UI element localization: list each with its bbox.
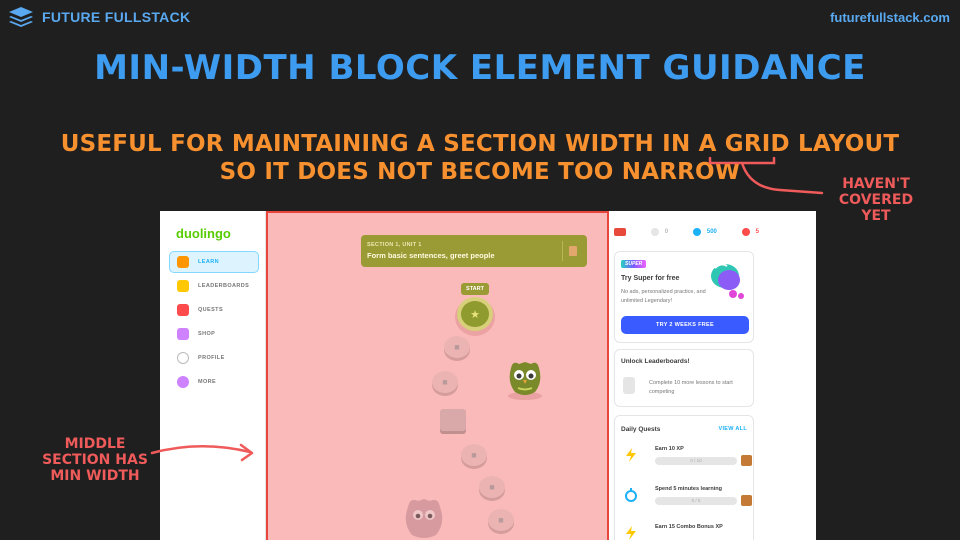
timer-icon [625,488,637,502]
guidebook-button[interactable] [562,241,582,261]
sidebar-item-profile[interactable]: PROFILE [169,347,259,369]
super-badge: SUPER [621,260,647,268]
quest-title: Earn 10 XP [655,446,684,452]
home-icon [177,256,189,268]
gems-count: 500 [706,229,717,235]
brand-name: FUTURE FULLSTACK [42,9,191,25]
quest-progress: 0 / 5 [655,497,737,505]
super-title: Try Super for free [621,275,680,282]
unit-section-label: SECTION 1, UNIT 1 [367,242,422,248]
quest-progress: 0 / 10 [655,457,737,465]
lesson-node-start[interactable]: ★ [461,301,489,327]
right-column: 0 500 5 SUPER Try Super for free No ads,… [609,211,816,540]
lightning-icon [626,526,636,540]
super-description: No ads, personalized practice, and unlim… [621,289,706,304]
sidebar-item-label: SHOP [198,331,216,337]
lesson-node-locked[interactable]: ■ [479,476,505,498]
leaderboard-text: Complete 10 more lessons to start compet… [649,380,733,395]
super-card: SUPER Try Super for free No ads, persona… [614,251,754,343]
daily-quests-card: Daily Quests VIEW ALL Earn 10 XP 0 / 10 … [614,415,754,540]
quest-title: Spend 5 minutes learning [655,486,722,492]
hearts-count: 5 [755,229,759,235]
super-mascot-icon [711,263,744,299]
duolingo-screenshot: duolingo LEARN LEADERBOARDS QUESTS SHOP … [160,211,816,540]
quest-title: Earn 15 Combo Bonus XP [655,524,723,530]
sidebar-item-leaderboards[interactable]: LEADERBOARDS [169,275,259,297]
reward-chest-icon[interactable] [440,409,466,431]
subtitle-line-2: SO IT DOES NOT BECOME TOO NARROW [219,159,741,185]
more-icon [177,376,189,388]
unit-description: Form basic sentences, greet people [367,251,495,260]
leaderboard-title: Unlock Leaderboards! [621,358,690,365]
quest-item: Earn 15 Combo Bonus XP [621,524,751,540]
gems-stat[interactable]: 500 [692,228,717,236]
sidebar-item-label: PROFILE [198,355,225,361]
profile-icon [177,352,189,364]
quest-item: Spend 5 minutes learning 0 / 5 [621,486,752,508]
stack-logo-icon [9,7,33,27]
streak-count: 0 [664,229,669,235]
shield-icon [177,280,189,292]
duo-character-icon [405,499,443,538]
lock-icon: ■ [454,342,460,352]
lesson-node-locked[interactable]: ■ [444,336,470,358]
star-icon: ★ [470,308,480,321]
heart-icon [741,228,750,236]
notebook-icon [568,246,577,256]
lock-icon: ■ [471,450,477,460]
view-all-link[interactable]: VIEW ALL [719,426,747,432]
stats-bar: 0 500 5 [614,228,759,236]
slide-title: MIN-WIDTH BLOCK ELEMENT GUIDANCE [94,48,866,88]
site-url: futurefullstack.com [830,10,950,25]
brand: FUTURE FULLSTACK [8,6,190,28]
lesson-node-locked[interactable]: ■ [488,509,514,531]
lock-icon: ■ [442,377,448,387]
duolingo-logo: duolingo [176,226,231,241]
sidebar-item-label: LEARN [198,259,219,265]
sidebar-item-label: QUESTS [198,307,224,313]
annotation-middle-min-width: MIDDLE SECTION HAS MIN WIDTH [42,436,148,484]
shop-icon [177,328,189,340]
learning-path-section: SECTION 1, UNIT 1 Form basic sentences, … [266,211,609,540]
unit-banner: SECTION 1, UNIT 1 Form basic sentences, … [361,235,587,267]
leaderboard-card: Unlock Leaderboards! Complete 10 more le… [614,349,754,407]
lightning-icon [626,448,636,462]
slide-subtitle: USEFUL FOR MAINTAINING A SECTION WIDTH I… [0,130,960,186]
lock-icon [623,377,635,394]
sidebar-item-quests[interactable]: QUESTS [169,299,259,321]
hearts-stat[interactable]: 5 [741,228,759,236]
chest-icon [177,304,189,316]
reward-chest-icon [741,495,752,506]
sidebar-item-shop[interactable]: SHOP [169,323,259,345]
annotation-havent-covered: HAVEN'T COVERED YET [838,176,914,224]
lock-icon: ■ [489,482,495,492]
quest-item: Earn 10 XP 0 / 10 [621,446,752,468]
daily-quests-title: Daily Quests [621,426,661,433]
try-super-button[interactable]: TRY 2 WEEKS FREE [621,316,749,334]
fire-icon [650,228,659,236]
streak-stat[interactable]: 0 [650,228,669,236]
sidebar-item-label: MORE [198,379,217,385]
sidebar-item-label: LEADERBOARDS [198,283,250,289]
lock-icon: ■ [498,515,504,525]
lesson-node-locked[interactable]: ■ [461,444,487,466]
sidebar-item-more[interactable]: MORE [169,371,259,393]
sidebar-item-learn[interactable]: LEARN [169,251,259,273]
start-label: START [461,283,489,295]
subtitle-line-1: USEFUL FOR MAINTAINING A SECTION WIDTH I… [60,131,900,157]
gem-icon [692,228,701,236]
course-flag-icon[interactable] [614,228,626,236]
sidebar-nav: LEARN LEADERBOARDS QUESTS SHOP PROFILE M… [169,251,259,395]
lesson-node-locked[interactable]: ■ [432,371,458,393]
duo-owl-icon [508,362,542,400]
reward-chest-icon [741,455,752,466]
app-sidebar: duolingo LEARN LEADERBOARDS QUESTS SHOP … [160,211,266,540]
